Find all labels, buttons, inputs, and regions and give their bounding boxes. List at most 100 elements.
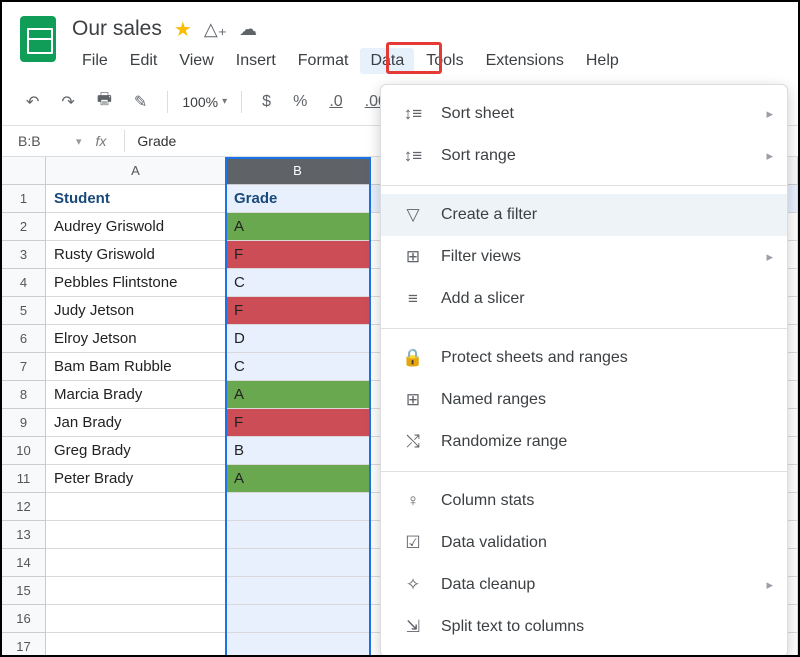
column-header-b[interactable]: B <box>226 157 370 185</box>
row-header[interactable]: 17 <box>2 633 46 657</box>
cell-grade[interactable]: A <box>226 381 370 409</box>
menu-help[interactable]: Help <box>576 48 629 74</box>
cell-student[interactable] <box>46 549 226 577</box>
cell-student[interactable]: Greg Brady <box>46 437 226 465</box>
cell-student[interactable] <box>46 577 226 605</box>
formula-input[interactable]: Grade <box>137 133 176 149</box>
star-icon[interactable]: ★ <box>174 17 192 42</box>
menu-data[interactable]: Data <box>360 48 414 74</box>
menuitem-sort-range[interactable]: ↕≡ Sort range ▸ <box>381 135 787 177</box>
data-menu-dropdown: ↕≡ Sort sheet ▸ ↕≡ Sort range ▸ ▽ Create… <box>380 84 788 657</box>
filter-views-icon: ⊞ <box>399 247 427 267</box>
undo-icon[interactable]: ↶ <box>20 88 45 116</box>
column-header-a[interactable]: A <box>46 157 226 185</box>
cell-student[interactable]: Rusty Griswold <box>46 241 226 269</box>
cell-grade[interactable] <box>226 493 370 521</box>
cell-student[interactable]: Jan Brady <box>46 409 226 437</box>
cell-student[interactable]: Audrey Griswold <box>46 213 226 241</box>
menuitem-data-cleanup[interactable]: ✧ Data cleanup ▸ <box>381 564 787 606</box>
menuitem-protect-sheets[interactable]: 🔒 Protect sheets and ranges <box>381 337 787 379</box>
row-header[interactable]: 6 <box>2 325 46 353</box>
title-bar: Our sales ★ △₊ ☁ File Edit View Insert F… <box>2 2 798 74</box>
cell-grade[interactable]: C <box>226 269 370 297</box>
cell-grade[interactable]: F <box>226 297 370 325</box>
row-header[interactable]: 13 <box>2 521 46 549</box>
paint-format-icon[interactable]: ✎ <box>128 88 153 116</box>
sort-range-icon: ↕≡ <box>399 146 427 166</box>
menu-format[interactable]: Format <box>288 48 359 74</box>
menuitem-sort-sheet[interactable]: ↕≡ Sort sheet ▸ <box>381 93 787 135</box>
menu-bar: File Edit View Insert Format Data Tools … <box>72 48 782 74</box>
redo-icon[interactable]: ↷ <box>55 88 80 116</box>
print-icon[interactable]: 🖶 <box>91 84 118 119</box>
row-header[interactable]: 12 <box>2 493 46 521</box>
row-header[interactable]: 5 <box>2 297 46 325</box>
menu-edit[interactable]: Edit <box>120 48 168 74</box>
menuitem-data-validation[interactable]: ☑ Data validation <box>381 522 787 564</box>
row-header[interactable]: 2 <box>2 213 46 241</box>
cell-grade[interactable]: A <box>226 465 370 493</box>
menuitem-filter-views[interactable]: ⊞ Filter views ▸ <box>381 236 787 278</box>
format-currency[interactable]: $ <box>256 89 277 115</box>
name-box-dropdown-icon[interactable]: ▾ <box>76 135 82 148</box>
cell-grade[interactable] <box>226 521 370 549</box>
cell-grade[interactable]: F <box>226 241 370 269</box>
menuitem-column-stats[interactable]: ♀ Column stats <box>381 480 787 522</box>
shuffle-icon: ⤭ <box>399 432 427 452</box>
row-header[interactable]: 7 <box>2 353 46 381</box>
cell-student[interactable]: Judy Jetson <box>46 297 226 325</box>
cell-student[interactable]: Marcia Brady <box>46 381 226 409</box>
cell-student[interactable]: Peter Brady <box>46 465 226 493</box>
cloud-status-icon[interactable]: ☁ <box>239 19 257 40</box>
menu-extensions[interactable]: Extensions <box>476 48 574 74</box>
cleanup-icon: ✧ <box>399 575 427 595</box>
cell-grade[interactable] <box>226 549 370 577</box>
row-header[interactable]: 9 <box>2 409 46 437</box>
lock-icon: 🔒 <box>399 348 427 368</box>
row-header[interactable]: 14 <box>2 549 46 577</box>
menu-tools[interactable]: Tools <box>416 48 473 74</box>
row-header[interactable]: 8 <box>2 381 46 409</box>
cell-student[interactable] <box>46 493 226 521</box>
cell-student[interactable] <box>46 521 226 549</box>
zoom-selector[interactable]: 100%▾ <box>182 94 227 110</box>
move-icon[interactable]: △₊ <box>204 19 227 40</box>
row-header[interactable]: 11 <box>2 465 46 493</box>
menu-insert[interactable]: Insert <box>226 48 286 74</box>
menu-view[interactable]: View <box>169 48 223 74</box>
sheets-logo-icon[interactable] <box>20 16 56 62</box>
row-header[interactable]: 10 <box>2 437 46 465</box>
cell-grade[interactable]: C <box>226 353 370 381</box>
format-percent[interactable]: % <box>287 89 313 115</box>
cell-grade[interactable]: D <box>226 325 370 353</box>
cell-grade[interactable] <box>226 605 370 633</box>
sort-sheet-icon: ↕≡ <box>399 104 427 124</box>
menuitem-split-text[interactable]: ⇲ Split text to columns <box>381 606 787 648</box>
cell-student[interactable]: Bam Bam Rubble <box>46 353 226 381</box>
row-header[interactable]: 1 <box>2 185 46 213</box>
cell-student[interactable]: Student <box>46 185 226 213</box>
document-title[interactable]: Our sales <box>72 17 162 41</box>
cell-grade[interactable]: Grade <box>226 185 370 213</box>
row-header[interactable]: 15 <box>2 577 46 605</box>
row-header[interactable]: 3 <box>2 241 46 269</box>
name-box[interactable]: B:B <box>16 130 76 152</box>
cell-grade[interactable]: A <box>226 213 370 241</box>
cell-grade[interactable] <box>226 633 370 657</box>
cell-student[interactable]: Elroy Jetson <box>46 325 226 353</box>
cell-grade[interactable] <box>226 577 370 605</box>
menuitem-randomize-range[interactable]: ⤭ Randomize range <box>381 421 787 463</box>
select-all-corner[interactable] <box>2 157 46 185</box>
decrease-decimal[interactable]: .0 <box>323 89 348 115</box>
cell-student[interactable] <box>46 605 226 633</box>
row-header[interactable]: 4 <box>2 269 46 297</box>
menuitem-add-slicer[interactable]: ≡ Add a slicer <box>381 278 787 320</box>
menuitem-create-filter[interactable]: ▽ Create a filter <box>381 194 787 236</box>
cell-grade[interactable]: B <box>226 437 370 465</box>
cell-grade[interactable]: F <box>226 409 370 437</box>
cell-student[interactable] <box>46 633 226 657</box>
cell-student[interactable]: Pebbles Flintstone <box>46 269 226 297</box>
row-header[interactable]: 16 <box>2 605 46 633</box>
menu-file[interactable]: File <box>72 48 118 74</box>
menuitem-named-ranges[interactable]: ⊞ Named ranges <box>381 379 787 421</box>
